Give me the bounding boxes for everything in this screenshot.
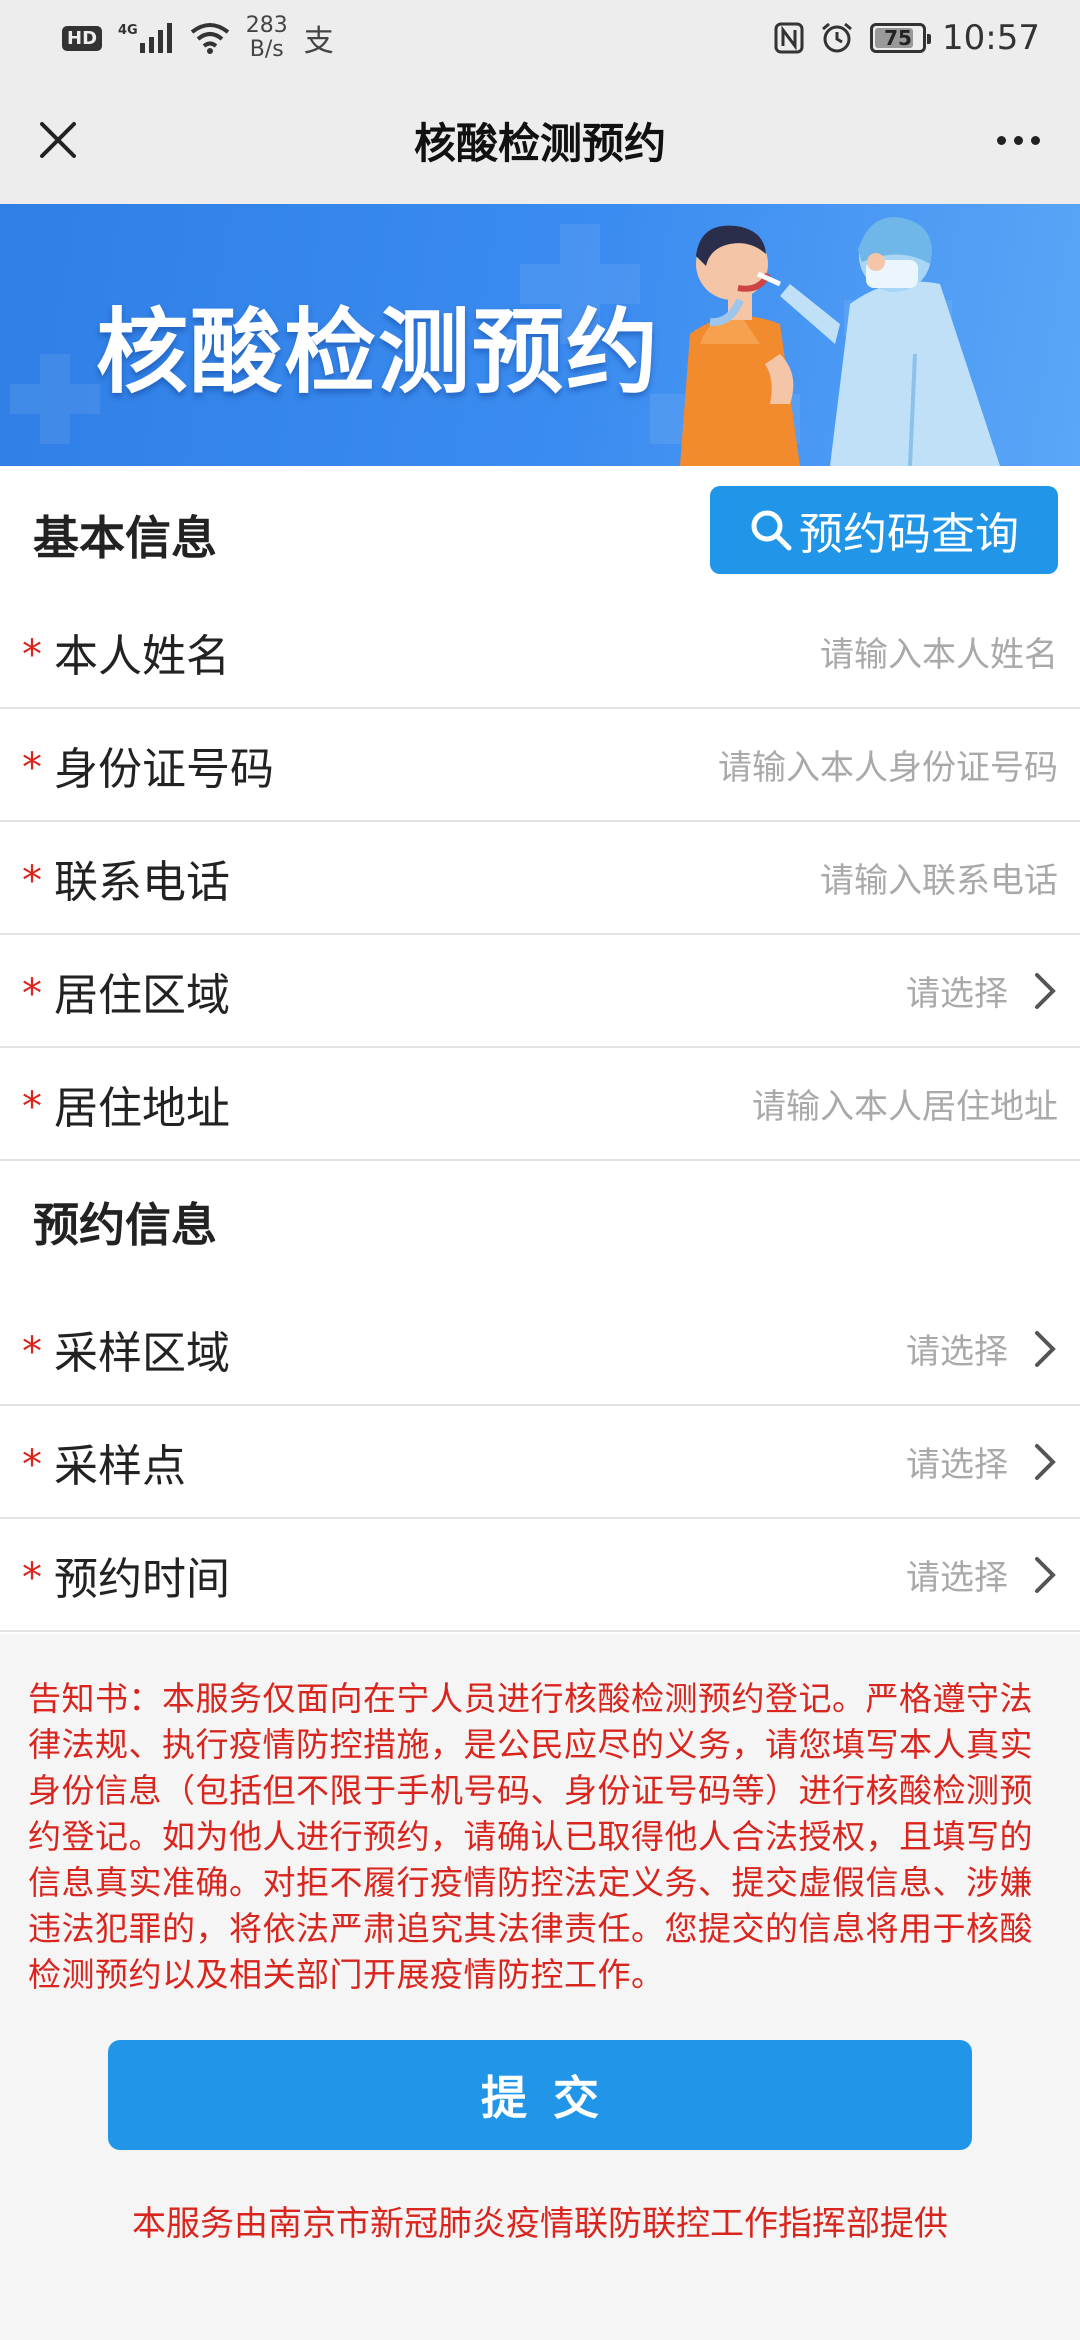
appointment-info-header: 预约信息	[0, 1161, 1080, 1291]
phone-input[interactable]: 请输入联系电话	[820, 853, 1058, 902]
sampling-area-field[interactable]: * 采样区域 请选择	[0, 1293, 1080, 1406]
chevron-right-icon	[1035, 1330, 1056, 1367]
residence-area-select[interactable]: 请选择	[906, 966, 1058, 1015]
required-mark: *	[22, 971, 42, 1017]
chevron-right-icon	[1035, 972, 1056, 1009]
sampling-area-select[interactable]: 请选择	[906, 1324, 1058, 1373]
appointment-form: 基本信息 预约码查询 * 本人姓名 请输入本人姓名 * 身份证号码 请输入本人身…	[0, 466, 1080, 1634]
appointment-code-query-button[interactable]: 预约码查询	[710, 486, 1058, 574]
speed-value: 283	[245, 13, 288, 38]
nav-bar: 核酸检测预约	[0, 76, 1080, 204]
field-label: 采样点	[54, 1440, 186, 1492]
status-left: HD 4G 283 B/s 支	[62, 14, 334, 62]
required-mark: *	[22, 1442, 42, 1488]
name-input[interactable]: 请输入本人姓名	[820, 627, 1058, 676]
network-speed: 283 B/s	[246, 14, 288, 62]
wifi-icon	[190, 23, 229, 54]
alipay-icon: 支	[303, 24, 334, 59]
required-mark: *	[22, 632, 42, 678]
status-bar: HD 4G 283 B/s 支 75 10:57	[0, 0, 1080, 76]
field-label: 采样区域	[54, 1327, 230, 1379]
banner-title: 核酸检测预约	[96, 299, 661, 406]
status-right: 75 10:57	[774, 18, 1040, 58]
speed-unit: B/s	[249, 37, 284, 62]
appointment-time-select[interactable]: 请选择	[906, 1550, 1058, 1599]
field-label: 居住区域	[54, 969, 230, 1021]
nfc-icon	[774, 22, 804, 54]
id-number-input[interactable]: 请输入本人身份证号码	[718, 740, 1058, 789]
id-number-field[interactable]: * 身份证号码 请输入本人身份证号码	[0, 709, 1080, 822]
phone-field[interactable]: * 联系电话 请输入联系电话	[0, 822, 1080, 935]
banner: 核酸检测预约	[0, 204, 1080, 466]
section-title-basic-info: 基本信息	[33, 511, 217, 565]
close-icon[interactable]	[30, 112, 86, 168]
required-mark: *	[22, 1329, 42, 1375]
field-label: 身份证号码	[54, 743, 274, 795]
network-type: 4G	[118, 23, 138, 38]
residence-area-field[interactable]: * 居住区域 请选择	[0, 935, 1080, 1048]
required-mark: *	[22, 858, 42, 904]
section-title-appointment-info: 预约信息	[33, 1198, 217, 1252]
more-icon[interactable]	[986, 112, 1050, 168]
select-placeholder: 请选择	[906, 1445, 1008, 1485]
cell-signal-icon: 4G	[118, 23, 174, 53]
submit-button[interactable]: 提交	[108, 2040, 972, 2150]
required-mark: *	[22, 1084, 42, 1130]
chevron-right-icon	[1035, 1443, 1056, 1480]
page-title: 核酸检测预约	[413, 118, 666, 168]
alarm-icon	[822, 22, 852, 53]
field-label: 本人姓名	[54, 630, 230, 682]
name-field[interactable]: * 本人姓名 请输入本人姓名	[0, 596, 1080, 709]
select-placeholder: 请选择	[906, 1332, 1008, 1372]
select-placeholder: 请选择	[906, 974, 1008, 1014]
battery-level: 75	[884, 26, 912, 50]
service-provider-footer: 本服务由南京市新冠肺炎疫情联防联控工作指挥部提供	[132, 2204, 948, 2244]
residence-address-field[interactable]: * 居住地址 请输入本人居住地址	[0, 1048, 1080, 1161]
required-mark: *	[22, 745, 42, 791]
field-label: 联系电话	[54, 856, 230, 908]
swab-test-illustration	[680, 217, 1000, 466]
clock: 10:57	[942, 18, 1040, 58]
select-placeholder: 请选择	[906, 1558, 1008, 1598]
search-icon	[751, 510, 792, 551]
chevron-right-icon	[1035, 1556, 1056, 1593]
field-label: 预约时间	[54, 1553, 230, 1605]
battery-icon: 75	[870, 23, 932, 53]
required-mark: *	[22, 1555, 42, 1601]
field-label: 居住地址	[54, 1082, 230, 1134]
hd-badge: HD	[62, 25, 103, 51]
query-button-label: 预约码查询	[799, 509, 1019, 560]
appointment-time-field[interactable]: * 预约时间 请选择	[0, 1519, 1080, 1632]
basic-info-header: 基本信息 预约码查询	[0, 466, 1080, 596]
sampling-point-select[interactable]: 请选择	[906, 1437, 1058, 1486]
sampling-point-field[interactable]: * 采样点 请选择	[0, 1406, 1080, 1519]
residence-address-input[interactable]: 请输入本人居住地址	[752, 1079, 1058, 1128]
privacy-notice: 告知书：本服务仅面向在宁人员进行核酸检测预约登记。严格遵守法律法规、执行疫情防控…	[28, 1679, 1033, 1994]
